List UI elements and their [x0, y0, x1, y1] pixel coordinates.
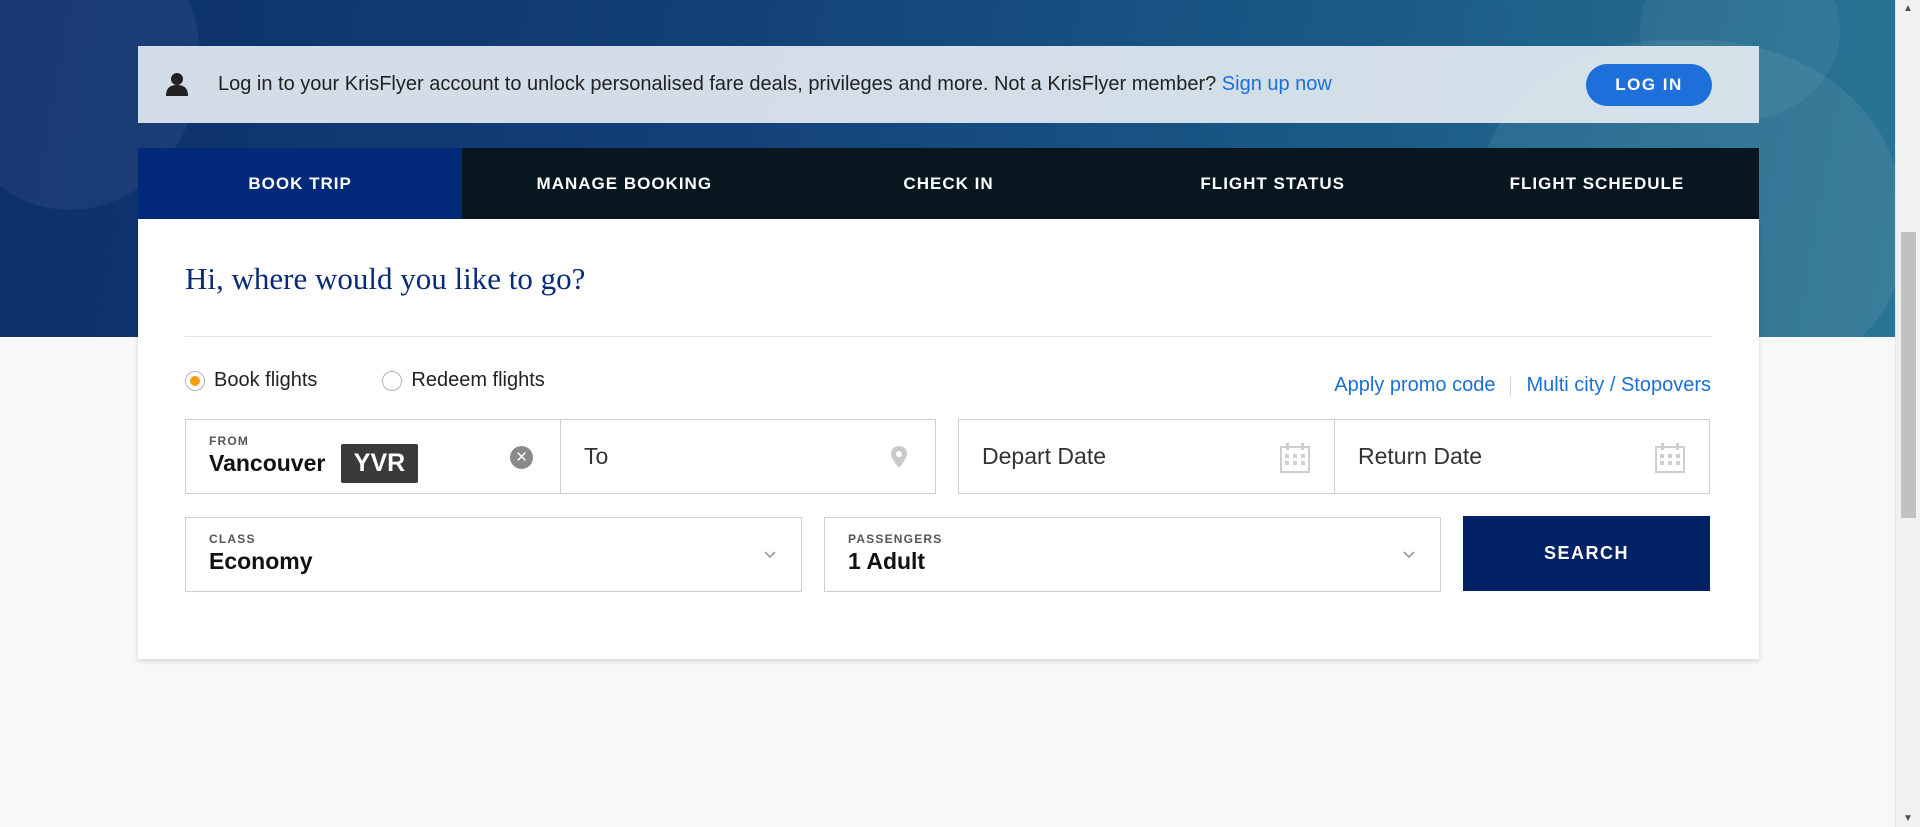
class-label: CLASS [209, 532, 256, 546]
banner-text: Log in to your KrisFlyer account to unlo… [218, 73, 1217, 95]
book-flights-option[interactable]: Book flights [185, 369, 317, 392]
from-field[interactable]: FROM Vancouver YVR × [185, 419, 561, 494]
clear-icon[interactable]: × [510, 446, 533, 469]
search-button[interactable]: SEARCH [1463, 516, 1710, 591]
from-airport-code: YVR [341, 444, 418, 483]
apply-promo-code-link[interactable]: Apply promo code [1334, 374, 1495, 397]
tab-book-trip[interactable]: BOOK TRIP [138, 148, 463, 219]
chevron-down-icon[interactable] [763, 547, 777, 561]
to-field[interactable]: To [560, 419, 936, 494]
booking-form-card: Hi, where would you like to go? Book fli… [138, 219, 1759, 659]
tab-flight-status[interactable]: FLIGHT STATUS [1111, 148, 1435, 219]
link-separator [1510, 376, 1512, 395]
redeem-flights-radio[interactable] [382, 370, 403, 391]
from-label: FROM [209, 434, 250, 448]
page-scrollbar[interactable]: ▲ ▼ [1895, 0, 1920, 827]
scroll-down-arrow-icon[interactable]: ▼ [1896, 810, 1920, 827]
multi-city-link[interactable]: Multi city / Stopovers [1526, 374, 1711, 397]
from-city: Vancouver [209, 450, 326, 476]
book-flights-radio[interactable] [185, 370, 205, 391]
tab-check-in[interactable]: CHECK IN [786, 148, 1110, 219]
calendar-icon [1655, 443, 1685, 478]
calendar-icon [1280, 443, 1310, 478]
scrollbar-thumb[interactable] [1901, 232, 1916, 518]
form-heading: Hi, where would you like to go? [185, 261, 586, 296]
chevron-down-icon[interactable] [1402, 547, 1416, 561]
class-select[interactable]: CLASS Economy [185, 517, 802, 592]
redeem-flights-option[interactable]: Redeem flights [382, 369, 545, 392]
user-icon [166, 72, 188, 96]
location-pin-icon [891, 446, 907, 473]
class-value: Economy [209, 548, 313, 574]
passengers-value: 1 Adult [848, 548, 926, 574]
to-placeholder: To [584, 443, 609, 469]
return-date-field[interactable]: Return Date [1334, 419, 1710, 494]
divider [185, 336, 1712, 337]
depart-date-field[interactable]: Depart Date [958, 419, 1335, 494]
booking-tabs: BOOK TRIP MANAGE BOOKING CHECK IN FLIGHT… [138, 148, 1759, 219]
depart-date-placeholder: Depart Date [982, 443, 1107, 469]
return-date-placeholder: Return Date [1358, 443, 1483, 469]
scroll-up-arrow-icon[interactable]: ▲ [1896, 0, 1920, 17]
book-flights-label: Book flights [214, 369, 318, 391]
tab-manage-booking[interactable]: MANAGE BOOKING [462, 148, 786, 219]
login-button[interactable]: LOG IN [1586, 64, 1712, 106]
krisflyer-login-banner: Log in to your KrisFlyer account to unlo… [138, 46, 1759, 123]
passengers-label: PASSENGERS [848, 532, 943, 546]
form-links: Apply promo code Multi city / Stopovers [1334, 374, 1711, 397]
passengers-select[interactable]: PASSENGERS 1 Adult [824, 517, 1441, 592]
signup-link[interactable]: Sign up now [1222, 73, 1332, 95]
redeem-flights-label: Redeem flights [411, 369, 545, 391]
trip-type-radio-group: Book flights Redeem flights [185, 369, 545, 392]
tab-flight-schedule[interactable]: FLIGHT SCHEDULE [1435, 148, 1759, 219]
banner-message: Log in to your KrisFlyer account to unlo… [218, 46, 1332, 123]
